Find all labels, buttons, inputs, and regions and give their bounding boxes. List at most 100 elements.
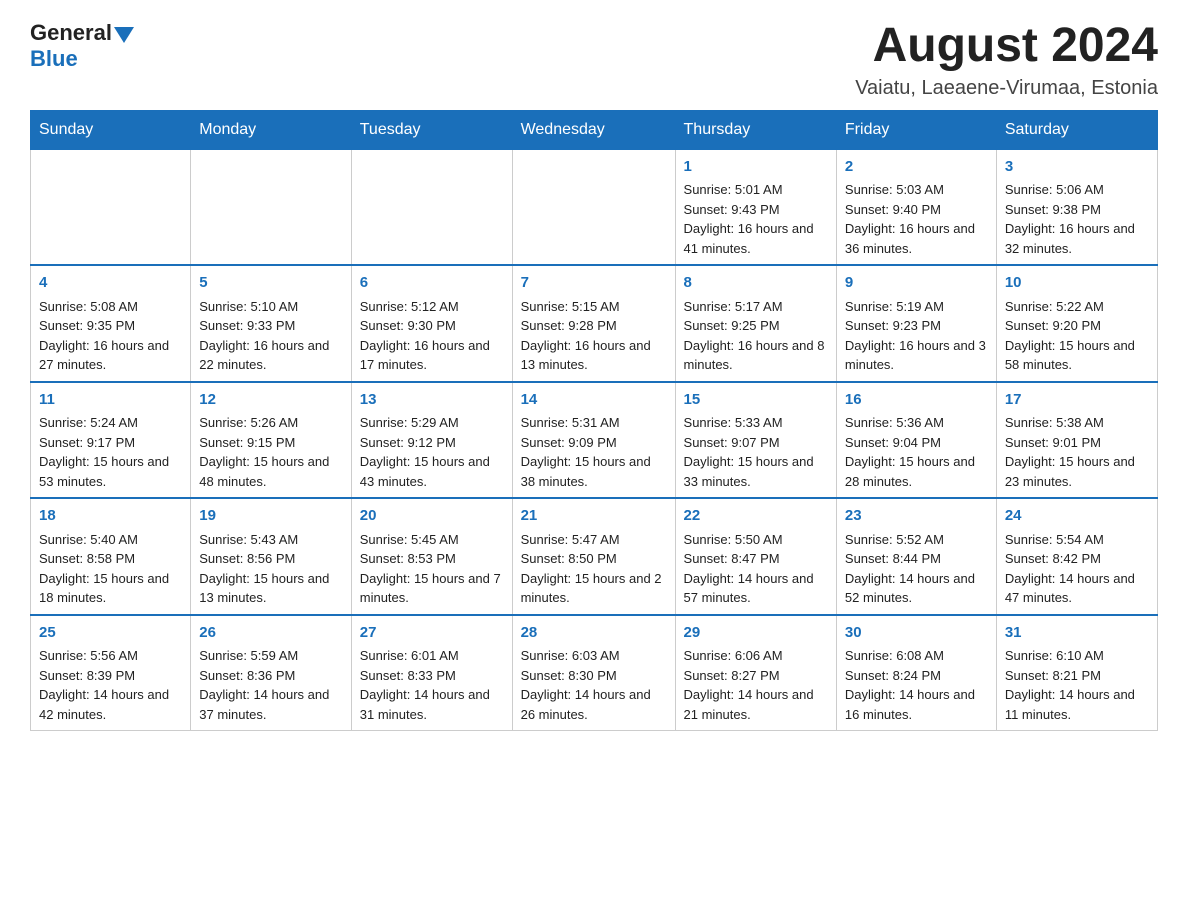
day-info-line: Sunset: 8:24 PM	[845, 666, 988, 686]
day-number: 28	[521, 622, 667, 645]
day-info-line: Daylight: 16 hours and 17 minutes.	[360, 336, 504, 375]
day-info-line: Sunset: 9:17 PM	[39, 433, 182, 453]
calendar-cell: 1Sunrise: 5:01 AMSunset: 9:43 PMDaylight…	[675, 149, 836, 265]
day-number: 3	[1005, 156, 1149, 179]
calendar-cell: 11Sunrise: 5:24 AMSunset: 9:17 PMDayligh…	[31, 382, 191, 499]
calendar-week-row: 11Sunrise: 5:24 AMSunset: 9:17 PMDayligh…	[31, 382, 1158, 499]
day-info-line: Sunrise: 5:38 AM	[1005, 413, 1149, 433]
day-info-line: Sunrise: 5:54 AM	[1005, 530, 1149, 550]
day-number: 6	[360, 272, 504, 295]
day-number: 23	[845, 505, 988, 528]
day-info-line: Sunset: 9:23 PM	[845, 316, 988, 336]
day-number: 4	[39, 272, 182, 295]
calendar-cell: 14Sunrise: 5:31 AMSunset: 9:09 PMDayligh…	[512, 382, 675, 499]
day-info-line: Sunrise: 6:06 AM	[684, 646, 828, 666]
day-info-line: Sunset: 8:33 PM	[360, 666, 504, 686]
calendar-cell: 7Sunrise: 5:15 AMSunset: 9:28 PMDaylight…	[512, 265, 675, 382]
day-info-line: Sunrise: 5:19 AM	[845, 297, 988, 317]
day-number: 24	[1005, 505, 1149, 528]
day-info-line: Daylight: 14 hours and 16 minutes.	[845, 685, 988, 724]
day-info-line: Sunrise: 5:52 AM	[845, 530, 988, 550]
day-info-line: Daylight: 14 hours and 47 minutes.	[1005, 569, 1149, 608]
calendar-cell: 16Sunrise: 5:36 AMSunset: 9:04 PMDayligh…	[836, 382, 996, 499]
title-block: August 2024 Vaiatu, Laeaene-Virumaa, Est…	[855, 20, 1158, 100]
day-info-line: Daylight: 15 hours and 58 minutes.	[1005, 336, 1149, 375]
day-info-line: Sunrise: 6:10 AM	[1005, 646, 1149, 666]
day-number: 13	[360, 389, 504, 412]
day-info-line: Sunset: 8:42 PM	[1005, 549, 1149, 569]
day-info-line: Sunset: 9:12 PM	[360, 433, 504, 453]
day-info-line: Sunset: 9:20 PM	[1005, 316, 1149, 336]
calendar-cell: 23Sunrise: 5:52 AMSunset: 8:44 PMDayligh…	[836, 498, 996, 615]
day-info-line: Sunrise: 5:17 AM	[684, 297, 828, 317]
day-info-line: Sunset: 9:04 PM	[845, 433, 988, 453]
calendar-cell: 18Sunrise: 5:40 AMSunset: 8:58 PMDayligh…	[31, 498, 191, 615]
day-info-line: Sunrise: 5:31 AM	[521, 413, 667, 433]
calendar-cell: 28Sunrise: 6:03 AMSunset: 8:30 PMDayligh…	[512, 615, 675, 731]
weekday-tuesday: Tuesday	[351, 110, 512, 149]
day-info-line: Sunset: 8:30 PM	[521, 666, 667, 686]
calendar-cell: 6Sunrise: 5:12 AMSunset: 9:30 PMDaylight…	[351, 265, 512, 382]
day-info-line: Daylight: 15 hours and 38 minutes.	[521, 452, 667, 491]
calendar-cell: 4Sunrise: 5:08 AMSunset: 9:35 PMDaylight…	[31, 265, 191, 382]
day-info-line: Sunrise: 5:22 AM	[1005, 297, 1149, 317]
day-info-line: Daylight: 15 hours and 13 minutes.	[199, 569, 343, 608]
day-info-line: Daylight: 14 hours and 26 minutes.	[521, 685, 667, 724]
day-number: 18	[39, 505, 182, 528]
day-info-line: Daylight: 16 hours and 27 minutes.	[39, 336, 182, 375]
calendar-table: SundayMondayTuesdayWednesdayThursdayFrid…	[30, 110, 1158, 732]
day-info-line: Sunrise: 6:03 AM	[521, 646, 667, 666]
weekday-saturday: Saturday	[996, 110, 1157, 149]
day-info-line: Sunset: 9:15 PM	[199, 433, 343, 453]
day-info-line: Sunset: 9:33 PM	[199, 316, 343, 336]
day-info-line: Daylight: 16 hours and 22 minutes.	[199, 336, 343, 375]
calendar-cell: 24Sunrise: 5:54 AMSunset: 8:42 PMDayligh…	[996, 498, 1157, 615]
calendar-cell: 26Sunrise: 5:59 AMSunset: 8:36 PMDayligh…	[191, 615, 352, 731]
day-info-line: Daylight: 14 hours and 52 minutes.	[845, 569, 988, 608]
day-info-line: Daylight: 15 hours and 23 minutes.	[1005, 452, 1149, 491]
day-number: 15	[684, 389, 828, 412]
day-number: 20	[360, 505, 504, 528]
day-info-line: Daylight: 15 hours and 7 minutes.	[360, 569, 504, 608]
day-number: 19	[199, 505, 343, 528]
day-info-line: Sunrise: 5:15 AM	[521, 297, 667, 317]
day-number: 17	[1005, 389, 1149, 412]
calendar-cell: 3Sunrise: 5:06 AMSunset: 9:38 PMDaylight…	[996, 149, 1157, 265]
calendar-cell: 29Sunrise: 6:06 AMSunset: 8:27 PMDayligh…	[675, 615, 836, 731]
calendar-cell: 21Sunrise: 5:47 AMSunset: 8:50 PMDayligh…	[512, 498, 675, 615]
calendar-cell: 17Sunrise: 5:38 AMSunset: 9:01 PMDayligh…	[996, 382, 1157, 499]
calendar-cell	[191, 149, 352, 265]
day-number: 5	[199, 272, 343, 295]
calendar-week-row: 4Sunrise: 5:08 AMSunset: 9:35 PMDaylight…	[31, 265, 1158, 382]
calendar-cell	[31, 149, 191, 265]
day-info-line: Sunset: 8:56 PM	[199, 549, 343, 569]
calendar-cell: 8Sunrise: 5:17 AMSunset: 9:25 PMDaylight…	[675, 265, 836, 382]
day-info-line: Sunrise: 5:06 AM	[1005, 180, 1149, 200]
day-info-line: Daylight: 14 hours and 57 minutes.	[684, 569, 828, 608]
day-number: 31	[1005, 622, 1149, 645]
calendar-cell: 15Sunrise: 5:33 AMSunset: 9:07 PMDayligh…	[675, 382, 836, 499]
calendar-cell: 25Sunrise: 5:56 AMSunset: 8:39 PMDayligh…	[31, 615, 191, 731]
calendar-body: 1Sunrise: 5:01 AMSunset: 9:43 PMDaylight…	[31, 149, 1158, 731]
day-info-line: Sunrise: 6:01 AM	[360, 646, 504, 666]
logo-general: General	[30, 20, 112, 46]
day-info-line: Sunset: 8:44 PM	[845, 549, 988, 569]
calendar-cell: 22Sunrise: 5:50 AMSunset: 8:47 PMDayligh…	[675, 498, 836, 615]
day-info-line: Daylight: 16 hours and 13 minutes.	[521, 336, 667, 375]
day-info-line: Sunrise: 5:29 AM	[360, 413, 504, 433]
calendar-week-row: 25Sunrise: 5:56 AMSunset: 8:39 PMDayligh…	[31, 615, 1158, 731]
day-info-line: Daylight: 16 hours and 36 minutes.	[845, 219, 988, 258]
day-info-line: Sunrise: 5:24 AM	[39, 413, 182, 433]
page-header: General Blue August 2024 Vaiatu, Laeaene…	[30, 20, 1158, 100]
calendar-cell: 19Sunrise: 5:43 AMSunset: 8:56 PMDayligh…	[191, 498, 352, 615]
calendar-cell: 9Sunrise: 5:19 AMSunset: 9:23 PMDaylight…	[836, 265, 996, 382]
day-info-line: Sunset: 9:43 PM	[684, 200, 828, 220]
day-info-line: Sunset: 9:28 PM	[521, 316, 667, 336]
weekday-sunday: Sunday	[31, 110, 191, 149]
day-info-line: Sunrise: 5:47 AM	[521, 530, 667, 550]
day-info-line: Daylight: 16 hours and 3 minutes.	[845, 336, 988, 375]
day-number: 14	[521, 389, 667, 412]
day-info-line: Daylight: 15 hours and 28 minutes.	[845, 452, 988, 491]
day-info-line: Sunrise: 5:36 AM	[845, 413, 988, 433]
day-info-line: Sunset: 9:25 PM	[684, 316, 828, 336]
